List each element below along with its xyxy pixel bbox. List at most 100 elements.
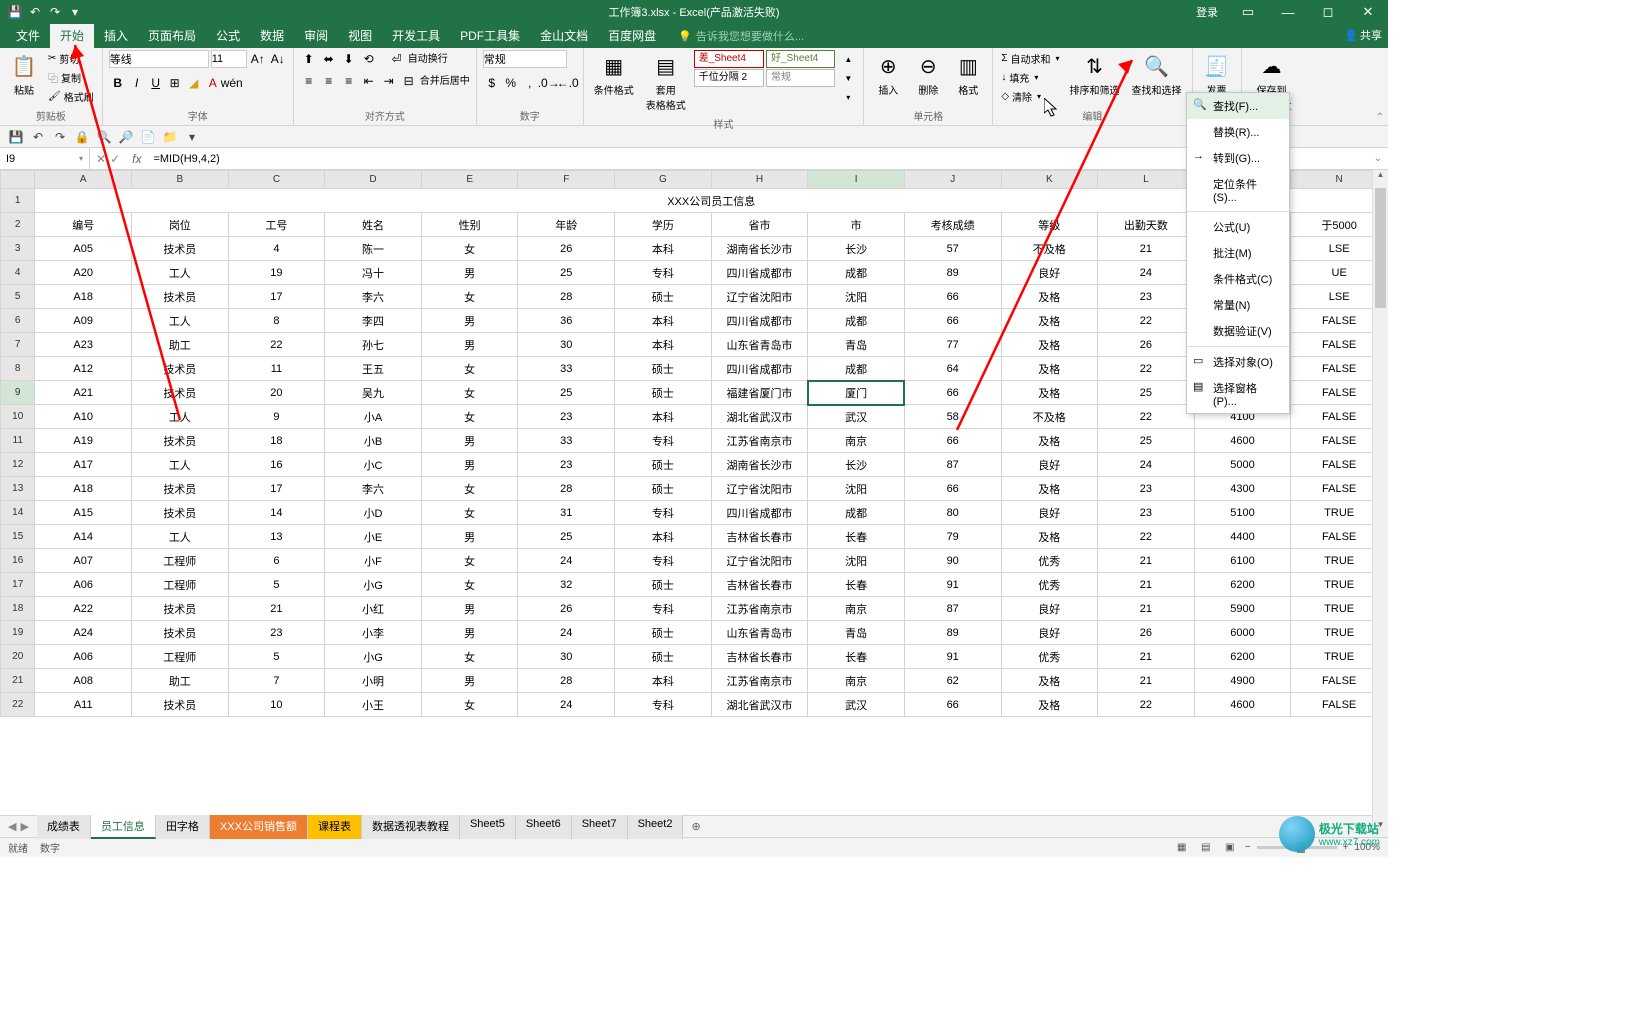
row-header[interactable]: 3 [1, 237, 35, 261]
data-cell[interactable]: 小李 [325, 621, 422, 645]
data-cell[interactable]: 及格 [1001, 693, 1098, 717]
search-icon[interactable]: 🔍 [96, 129, 112, 145]
data-cell[interactable]: 南京 [808, 429, 905, 453]
sheet-tab[interactable]: 课程表 [308, 815, 362, 839]
data-cell[interactable]: 长春 [808, 573, 905, 597]
save-icon[interactable]: 💾 [8, 129, 24, 145]
data-cell[interactable]: 技术员 [132, 693, 229, 717]
data-cell[interactable]: 28 [518, 669, 615, 693]
increase-decimal-icon[interactable]: .0→ [540, 74, 558, 92]
data-cell[interactable]: 四川省成都市 [711, 357, 808, 381]
number-format-select[interactable] [483, 50, 567, 68]
data-cell[interactable]: 及格 [1001, 525, 1098, 549]
collapse-ribbon-icon[interactable]: ⌃ [1376, 112, 1384, 123]
clear-button[interactable]: ◇清除▾ [999, 88, 1061, 105]
column-header[interactable]: H [711, 171, 808, 189]
data-cell[interactable]: 江苏省南京市 [711, 597, 808, 621]
header-cell[interactable]: 省市 [711, 213, 808, 237]
data-cell[interactable]: 79 [904, 525, 1001, 549]
data-cell[interactable]: 6200 [1194, 645, 1291, 669]
data-cell[interactable]: 女 [421, 405, 518, 429]
data-cell[interactable]: A06 [35, 573, 132, 597]
sheet-tab[interactable]: Sheet2 [628, 815, 684, 839]
data-cell[interactable]: 21 [1098, 237, 1195, 261]
data-cell[interactable]: 江苏省南京市 [711, 429, 808, 453]
redo-icon[interactable]: ↷ [52, 129, 68, 145]
sheet-tab[interactable]: XXX公司销售额 [210, 815, 308, 839]
font-name-select[interactable] [109, 50, 209, 68]
data-cell[interactable]: 本科 [615, 237, 712, 261]
row-header[interactable]: 14 [1, 501, 35, 525]
data-cell[interactable]: 33 [518, 357, 615, 381]
data-cell[interactable]: 31 [518, 501, 615, 525]
worksheet-grid[interactable]: ABCDEFGHIJKLMN 1XXX公司员工信息2编号岗位工号姓名性别年龄学历… [0, 170, 1388, 815]
align-bottom-icon[interactable]: ⬇ [340, 50, 358, 68]
column-header[interactable]: E [421, 171, 518, 189]
data-cell[interactable]: 小G [325, 645, 422, 669]
title-cell[interactable]: XXX公司员工信息 [35, 189, 1388, 213]
decrease-font-icon[interactable]: A↓ [269, 50, 287, 68]
column-header[interactable]: G [615, 171, 712, 189]
data-cell[interactable]: 25 [518, 381, 615, 405]
data-cell[interactable]: 成都 [808, 501, 905, 525]
sort-filter-button[interactable]: ⇅排序和筛选 [1066, 50, 1124, 99]
data-cell[interactable]: 成都 [808, 309, 905, 333]
data-cell[interactable]: 及格 [1001, 429, 1098, 453]
data-cell[interactable]: 23 [1098, 501, 1195, 525]
header-cell[interactable]: 岗位 [132, 213, 229, 237]
data-cell[interactable]: 28 [518, 285, 615, 309]
data-cell[interactable]: 66 [904, 381, 1001, 405]
currency-icon[interactable]: $ [483, 74, 501, 92]
data-cell[interactable]: A10 [35, 405, 132, 429]
wrap-text-icon[interactable]: ⏎ [388, 50, 406, 68]
data-cell[interactable]: 工程师 [132, 549, 229, 573]
cell-style-good[interactable]: 好_Sheet4 [766, 50, 835, 68]
data-cell[interactable]: 硕士 [615, 285, 712, 309]
data-cell[interactable]: A12 [35, 357, 132, 381]
format-cells-button[interactable]: ▥格式 [950, 50, 986, 99]
fx-icon[interactable]: fx [126, 152, 147, 166]
align-right-icon[interactable]: ≡ [340, 72, 358, 90]
column-header[interactable]: B [132, 171, 229, 189]
data-cell[interactable]: 小明 [325, 669, 422, 693]
redo-icon[interactable]: ↷ [48, 5, 62, 19]
data-cell[interactable]: 助工 [132, 669, 229, 693]
data-cell[interactable]: 不及格 [1001, 405, 1098, 429]
data-cell[interactable]: 6100 [1194, 549, 1291, 573]
data-cell[interactable]: 4400 [1194, 525, 1291, 549]
data-cell[interactable]: 成都 [808, 357, 905, 381]
data-cell[interactable]: 23 [228, 621, 325, 645]
find-menu-item[interactable]: ▤选择窗格(P)... [1187, 375, 1289, 413]
data-cell[interactable]: 57 [904, 237, 1001, 261]
data-cell[interactable]: 7 [228, 669, 325, 693]
data-cell[interactable]: 专科 [615, 597, 712, 621]
italic-icon[interactable]: I [128, 74, 146, 92]
ribbon-tab[interactable]: 开始 [50, 23, 94, 48]
data-cell[interactable]: 长沙 [808, 237, 905, 261]
style-down-icon[interactable]: ▼ [839, 69, 857, 87]
bold-icon[interactable]: B [109, 74, 127, 92]
find-menu-item[interactable]: 🔍查找(F)... [1187, 93, 1289, 119]
row-header[interactable]: 7 [1, 333, 35, 357]
data-cell[interactable]: 技术员 [132, 477, 229, 501]
data-cell[interactable]: 沈阳 [808, 285, 905, 309]
data-cell[interactable]: A14 [35, 525, 132, 549]
data-cell[interactable]: 技术员 [132, 237, 229, 261]
data-cell[interactable]: 23 [518, 405, 615, 429]
data-cell[interactable]: 男 [421, 453, 518, 477]
data-cell[interactable]: 66 [904, 285, 1001, 309]
data-cell[interactable]: 男 [421, 525, 518, 549]
data-cell[interactable]: A05 [35, 237, 132, 261]
data-cell[interactable]: 女 [421, 381, 518, 405]
data-cell[interactable]: 66 [904, 309, 1001, 333]
fill-button[interactable]: ↓填充▾ [999, 69, 1061, 86]
row-header[interactable]: 19 [1, 621, 35, 645]
align-center-icon[interactable]: ≡ [320, 72, 338, 90]
data-cell[interactable]: 64 [904, 357, 1001, 381]
data-cell[interactable]: 湖北省武汉市 [711, 693, 808, 717]
format-as-table-button[interactable]: ▤ 套用 表格格式 [642, 50, 690, 114]
expand-formula-icon[interactable]: ⌄ [1374, 153, 1388, 164]
row-header[interactable]: 2 [1, 213, 35, 237]
format-painter-button[interactable]: 🖌格式刷 [46, 88, 96, 105]
data-cell[interactable]: 孙七 [325, 333, 422, 357]
